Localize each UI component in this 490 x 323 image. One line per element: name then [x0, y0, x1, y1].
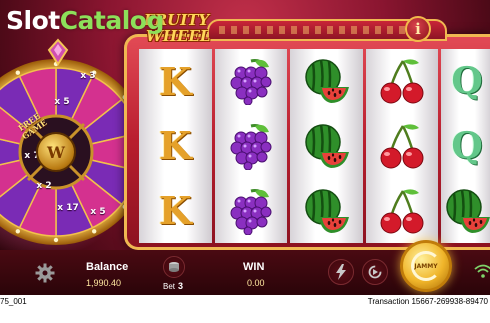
watermelon-icon [300, 55, 352, 107]
reel-column: KKK [139, 49, 212, 243]
lightning-icon[interactable] [328, 259, 354, 285]
watermark-catalog-text: Catalog [59, 6, 165, 35]
wheel-bulb [53, 237, 59, 243]
wheel-pointer-icon [47, 38, 69, 66]
balance-label: Balance [86, 261, 129, 273]
spin-arrow-icon: JAMMY [411, 251, 441, 281]
gear-icon[interactable] [32, 260, 58, 286]
reel-column [214, 49, 287, 243]
grapes-icon [225, 185, 277, 237]
bet-value: 3 [178, 281, 184, 291]
reel-column: QQ [441, 49, 490, 243]
reel-column [365, 49, 438, 243]
wheel-bulb [15, 229, 21, 234]
autoplay-icon[interactable] [362, 259, 388, 285]
wheel-segment-label: x 3 [80, 71, 96, 81]
wheel-bulb [91, 229, 97, 234]
reel-symbol-q: Q [441, 120, 490, 172]
reels-area: KKK Q Q [139, 49, 490, 243]
wheel-segment-label: x 2 [36, 181, 52, 191]
bet-label: Bet [163, 282, 176, 291]
wheel-hub-icon: W [36, 132, 76, 172]
game-stage: SlotCatalog FRUITY WHEEL i x 3 x 5 FREE … [0, 0, 490, 323]
reel-symbol-q: Q [441, 55, 490, 107]
reel-frame: KKK Q Q [124, 19, 490, 250]
coin-stack-icon[interactable] [163, 256, 185, 278]
symbol-letter: Q [451, 60, 483, 103]
reel-symbol-k: K [149, 185, 201, 237]
transaction-text: Transaction 15667-269938-89470 [367, 297, 488, 306]
watermelon-icon [441, 185, 490, 237]
watermelon-icon [300, 185, 352, 237]
cherry-icon [376, 55, 428, 107]
game-id-text: 75_001 [0, 297, 27, 306]
reel-symbol-k: K [149, 55, 201, 107]
watermelon-icon [300, 120, 352, 172]
reel-top-pattern [219, 26, 435, 34]
symbol-letter: K [158, 123, 192, 169]
grapes-icon [225, 55, 277, 107]
balance-value: 1,990.40 [86, 278, 122, 288]
wheel-segment-label: x 17 [57, 203, 79, 213]
win-value: 0.00 [247, 278, 265, 288]
cherry-icon [376, 120, 428, 172]
win-label: WIN [243, 261, 265, 273]
symbol-letter: K [158, 58, 192, 104]
reel-column [290, 49, 363, 243]
wheel-bulb [15, 70, 21, 75]
symbol-letter: K [158, 188, 192, 234]
info-button[interactable]: i [405, 16, 431, 42]
wifi-icon [474, 262, 490, 280]
footer-strip: 75_001 Transaction 15667-269938-89470 [0, 295, 490, 323]
watermark-logo: SlotCatalog [6, 6, 164, 35]
cherry-icon [376, 185, 428, 237]
spin-label: JAMMY [414, 262, 438, 270]
symbol-letter: Q [451, 124, 483, 167]
grapes-icon [225, 120, 277, 172]
wheel-segment-label: x 5 [90, 207, 106, 217]
spin-button[interactable]: JAMMY [400, 240, 452, 292]
watermark-slot-text: Slot [6, 6, 60, 35]
wheel-segment-label: x 5 [54, 97, 70, 107]
reel-symbol-k: K [149, 120, 201, 172]
